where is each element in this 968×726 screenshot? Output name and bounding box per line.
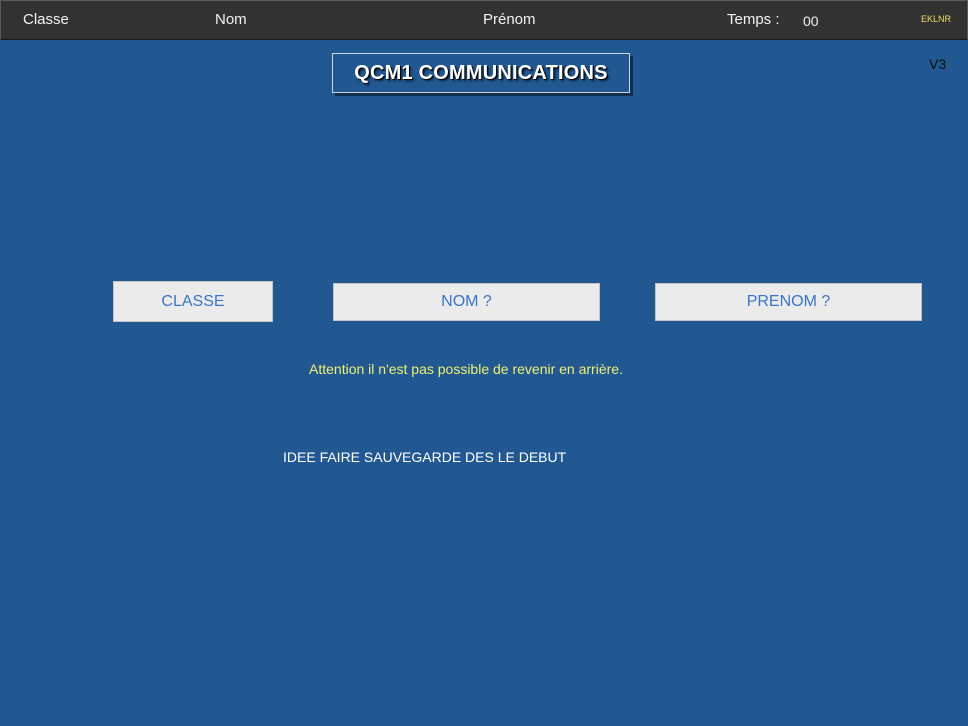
top-bar: Classe Nom Prénom Temps : 00 EKLNR [0, 0, 968, 40]
header-code: EKLNR [921, 14, 952, 24]
nom-button[interactable]: NOM ? [333, 283, 600, 321]
version-label: V3 [929, 56, 947, 72]
prenom-button[interactable]: PRENOM ? [655, 283, 922, 321]
classe-button[interactable]: CLASSE [113, 281, 273, 322]
timer-value: 00 [803, 13, 819, 29]
header-classe-label: Classe [23, 11, 69, 28]
header-nom-label: Nom [215, 11, 247, 28]
note-text: IDEE FAIRE SAUVEGARDE DES LE DEBUT [283, 449, 567, 465]
page-title: QCM1 COMMUNICATIONS [332, 53, 630, 93]
warning-text: Attention il n'est pas possible de reven… [309, 361, 623, 377]
header-prenom-label: Prénom [483, 11, 536, 28]
header-temps-label: Temps : [727, 11, 780, 28]
